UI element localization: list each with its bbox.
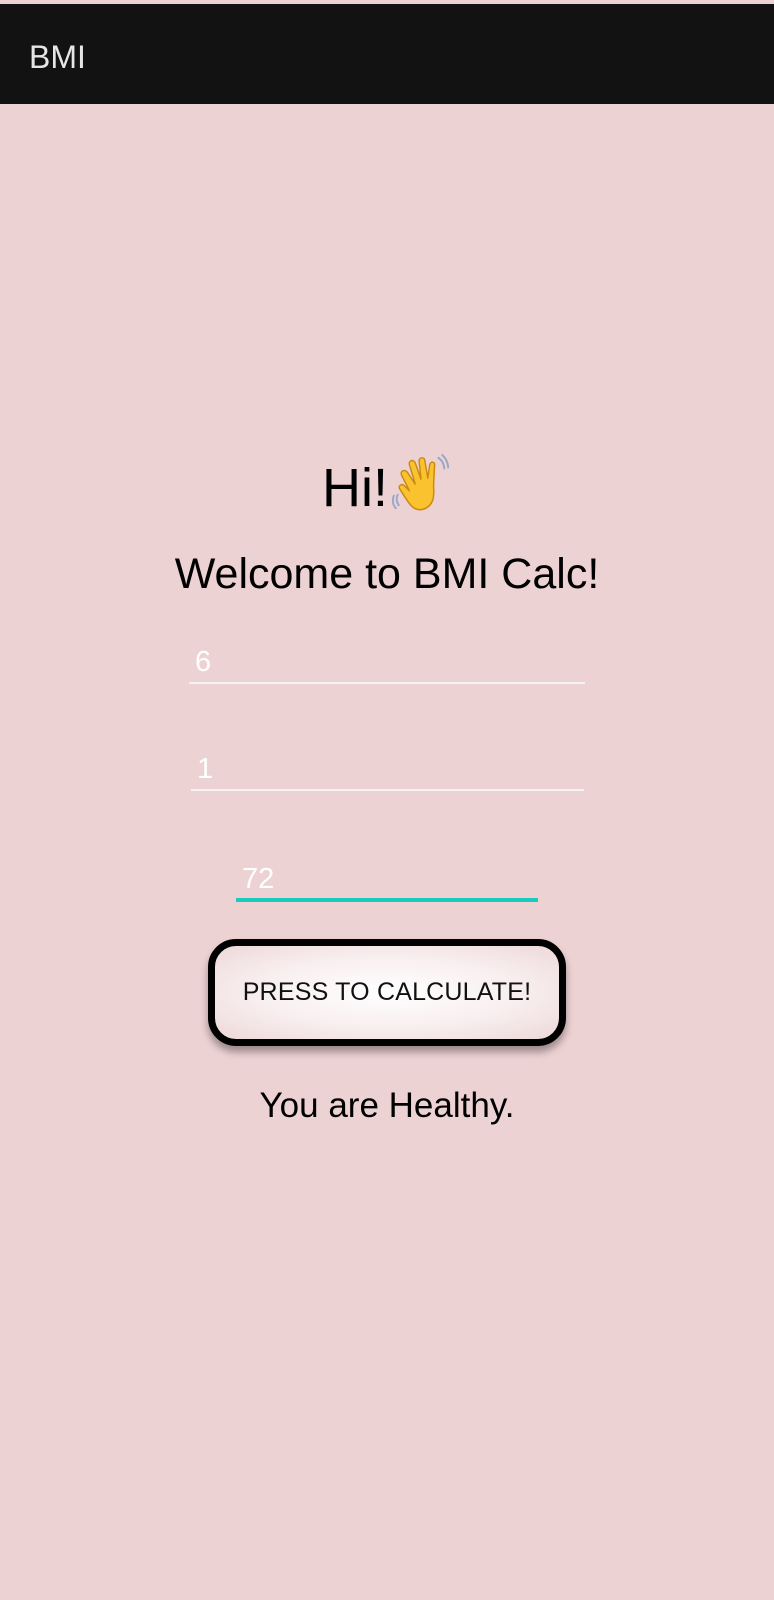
input-field-2[interactable]: [191, 748, 584, 791]
app-bar: BMI: [0, 4, 774, 104]
calculate-button-label: PRESS TO CALCULATE!: [242, 978, 532, 1006]
input-2[interactable]: [191, 748, 584, 791]
input-field-3[interactable]: [236, 856, 538, 902]
calculate-button[interactable]: PRESS TO CALCULATE!: [208, 939, 566, 1046]
welcome-heading: Welcome to BMI Calc!: [174, 550, 600, 598]
input-underline-focused: [236, 898, 538, 902]
result-text: You are Healthy.: [259, 1086, 515, 1125]
app-title: BMI: [29, 39, 86, 75]
input-underline: [191, 789, 584, 791]
input-3[interactable]: [236, 856, 538, 902]
greeting-text: Hi!: [322, 458, 388, 518]
waving-hand-icon: [390, 452, 452, 514]
greeting-heading: Hi!: [0, 452, 774, 522]
input-field-1[interactable]: [189, 640, 585, 684]
input-underline: [189, 682, 585, 684]
input-1[interactable]: [189, 640, 585, 684]
